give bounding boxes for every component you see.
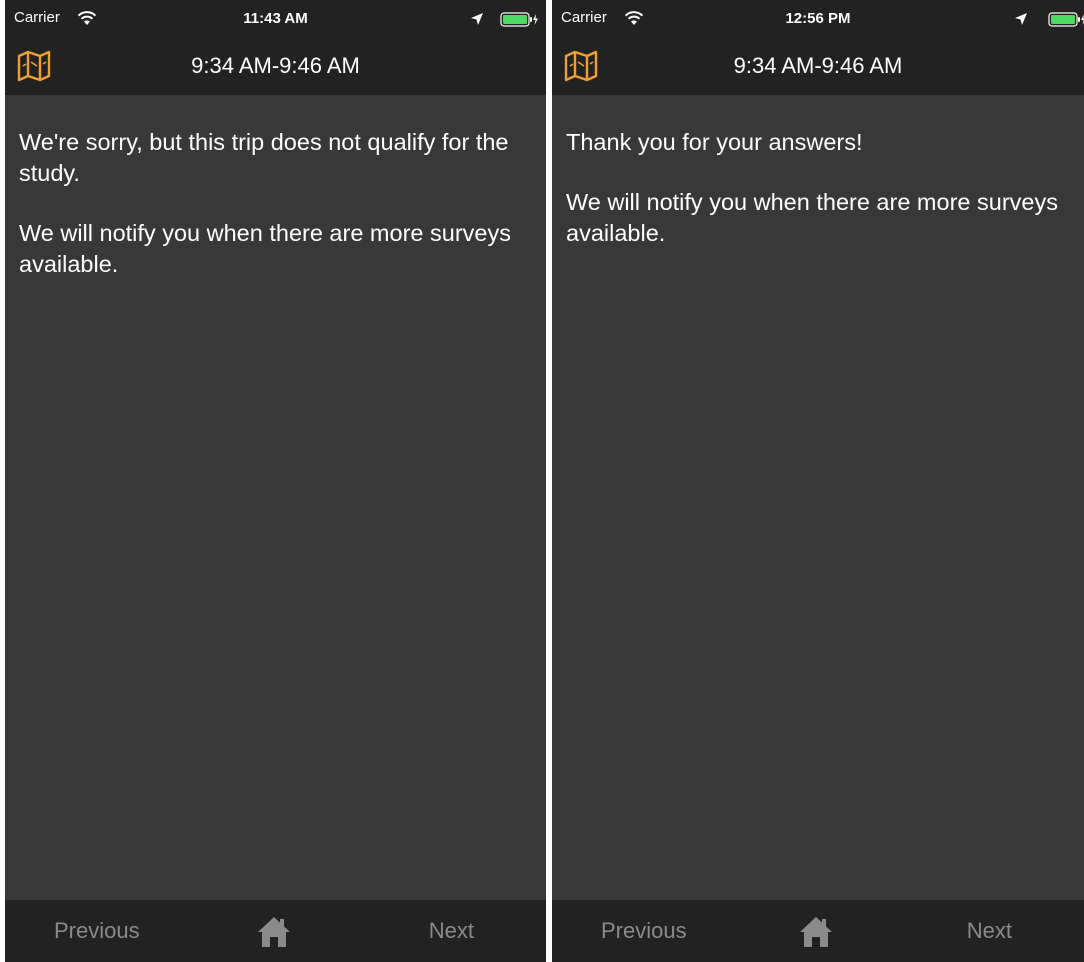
location-arrow-icon (1015, 13, 1027, 25)
message-text: We will notify you when there are more s… (19, 220, 511, 277)
bottom-toolbar: Previous Next (5, 900, 546, 962)
bottom-toolbar: Previous Next (552, 900, 1084, 962)
trip-time-range-title: 9:34 AM-9:46 AM (191, 53, 360, 78)
next-button[interactable]: Next (967, 918, 1012, 944)
navigation-bar: 9:34 AM-9:46 AM (5, 40, 546, 95)
message-text: Thank you for your answers! (566, 129, 863, 155)
battery-charging-icon (500, 12, 538, 27)
battery-charging-icon (1048, 12, 1084, 27)
status-time: 12:56 PM (785, 10, 851, 27)
previous-button[interactable]: Previous (601, 918, 687, 944)
message-text: We're sorry, but this trip does not qual… (19, 129, 509, 186)
message-area: Thank you for your answers! We will noti… (552, 95, 1084, 900)
trip-time-range-title: 9:34 AM-9:46 AM (733, 53, 903, 78)
phone-screen-right: Carrier 12:56 PM 9:34 AM-9:46 AM Thank y… (552, 0, 1084, 962)
phone-screen-left: Carrier 11:43 AM 9:34 AM-9:46 AM We're s… (5, 0, 546, 962)
message-area: We're sorry, but this trip does not qual… (5, 95, 546, 900)
navigation-bar: 9:34 AM-9:46 AM (552, 40, 1084, 95)
location-arrow-icon (471, 13, 483, 25)
status-time: 11:43 AM (243, 10, 308, 27)
previous-button[interactable]: Previous (54, 918, 140, 944)
status-bar: Carrier 12:56 PM (552, 0, 1084, 40)
next-button[interactable]: Next (429, 918, 474, 944)
status-bar: Carrier 11:43 AM (5, 0, 546, 40)
message-text: We will notify you when there are more s… (566, 189, 1058, 246)
house-icon[interactable] (798, 914, 834, 950)
house-icon[interactable] (256, 914, 292, 950)
